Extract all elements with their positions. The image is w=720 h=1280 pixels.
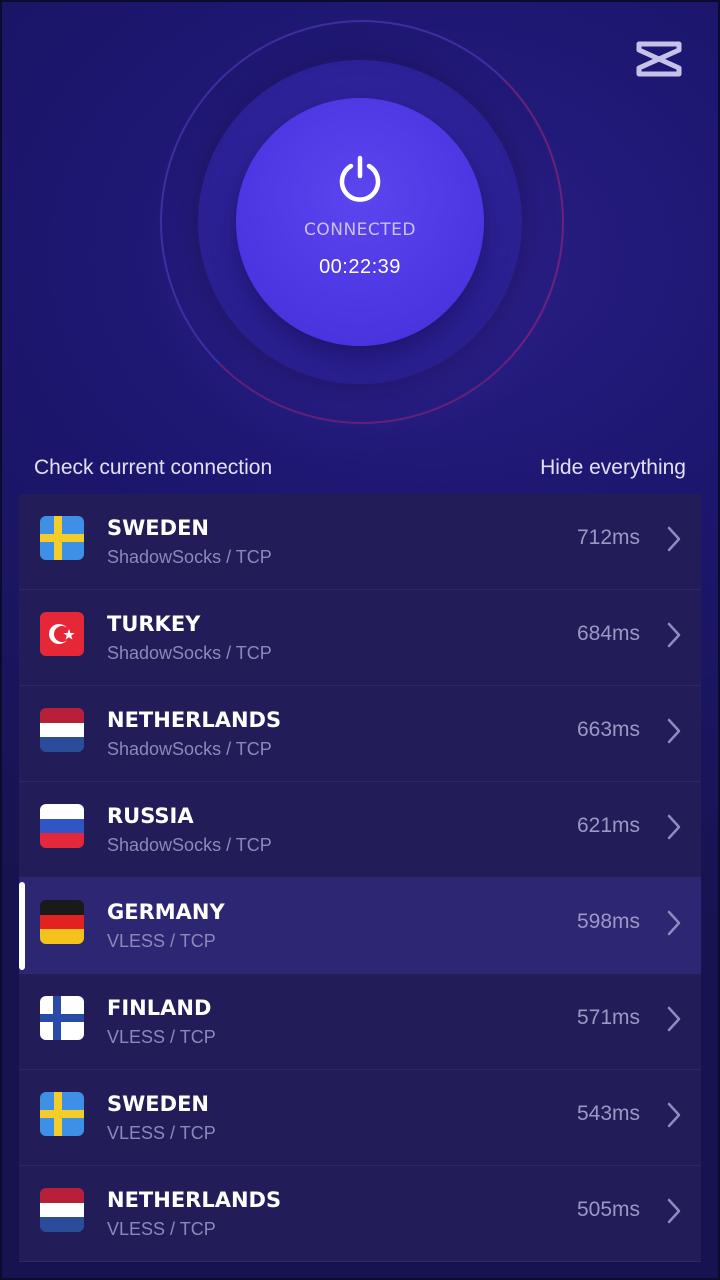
server-country: SWEDEN bbox=[107, 1092, 209, 1116]
chevron-right-icon bbox=[667, 1198, 681, 1224]
server-row[interactable]: TURKEY ShadowSocks / TCP 684ms bbox=[19, 590, 701, 686]
server-ping: 712ms bbox=[576, 526, 640, 549]
server-protocol: ShadowSocks / TCP bbox=[107, 643, 272, 663]
chevron-right-icon bbox=[667, 622, 681, 648]
check-connection-link[interactable]: Check current connection bbox=[34, 456, 272, 480]
selected-marker bbox=[19, 882, 25, 970]
server-list: SWEDEN ShadowSocks / TCP 712ms TURKEY Shadow… bbox=[19, 494, 701, 1262]
server-ping: 621ms bbox=[576, 814, 640, 837]
server-ping: 505ms bbox=[576, 1198, 640, 1221]
sweden-flag-icon bbox=[40, 1092, 84, 1136]
germany-flag-icon bbox=[40, 900, 84, 944]
chevron-right-icon bbox=[667, 1006, 681, 1032]
server-ping: 684ms bbox=[576, 622, 640, 645]
server-country: SWEDEN bbox=[107, 516, 209, 540]
server-protocol: ShadowSocks / TCP bbox=[107, 739, 272, 759]
server-ping: 571ms bbox=[576, 1006, 640, 1029]
chevron-right-icon bbox=[667, 1102, 681, 1128]
sweden-flag-icon bbox=[40, 516, 84, 560]
finland-flag-icon bbox=[40, 996, 84, 1040]
server-row[interactable]: NETHERLANDS VLESS / TCP 505ms bbox=[19, 1166, 701, 1262]
server-ping: 663ms bbox=[576, 718, 640, 741]
server-row[interactable]: FINLAND VLESS / TCP 571ms bbox=[19, 974, 701, 1070]
server-protocol: VLESS / TCP bbox=[107, 931, 216, 951]
connection-timer: 00:22:39 bbox=[319, 256, 401, 278]
server-protocol: ShadowSocks / TCP bbox=[107, 835, 272, 855]
server-protocol: ShadowSocks / TCP bbox=[107, 547, 272, 567]
connection-status: CONNECTED bbox=[303, 220, 416, 240]
server-row[interactable]: NETHERLANDS ShadowSocks / TCP 663ms bbox=[19, 686, 701, 782]
chevron-right-icon bbox=[667, 814, 681, 840]
netherlands-flag-icon bbox=[40, 708, 84, 752]
server-protocol: VLESS / TCP bbox=[107, 1123, 216, 1143]
netherlands-flag-icon bbox=[40, 1188, 84, 1232]
russia-flag-icon bbox=[40, 804, 84, 848]
server-row[interactable]: RUSSIA ShadowSocks / TCP 621ms bbox=[19, 782, 701, 878]
server-row[interactable]: SWEDEN ShadowSocks / TCP 712ms bbox=[19, 494, 701, 590]
server-country: TURKEY bbox=[107, 612, 201, 636]
server-protocol: VLESS / TCP bbox=[107, 1219, 216, 1239]
server-country: RUSSIA bbox=[107, 804, 194, 828]
server-ping: 598ms bbox=[576, 910, 640, 933]
server-protocol: VLESS / TCP bbox=[107, 1027, 216, 1047]
server-country: NETHERLANDS bbox=[107, 1188, 282, 1212]
server-ping: 543ms bbox=[576, 1102, 640, 1125]
chevron-right-icon bbox=[667, 718, 681, 744]
turkey-flag-icon bbox=[40, 612, 84, 656]
hide-everything-link[interactable]: Hide everything bbox=[540, 456, 686, 480]
chevron-right-icon bbox=[667, 910, 681, 936]
server-row[interactable]: GERMANY VLESS / TCP 598ms bbox=[19, 878, 701, 974]
capcut-logo-icon[interactable] bbox=[636, 40, 682, 78]
chevron-right-icon bbox=[667, 526, 681, 552]
server-country: NETHERLANDS bbox=[107, 708, 282, 732]
server-country: GERMANY bbox=[107, 900, 225, 924]
connect-button[interactable]: CONNECTED 00:22:39 bbox=[236, 98, 484, 346]
server-country: FINLAND bbox=[107, 996, 212, 1020]
power-icon bbox=[339, 155, 381, 202]
server-row[interactable]: SWEDEN VLESS / TCP 543ms bbox=[19, 1070, 701, 1166]
